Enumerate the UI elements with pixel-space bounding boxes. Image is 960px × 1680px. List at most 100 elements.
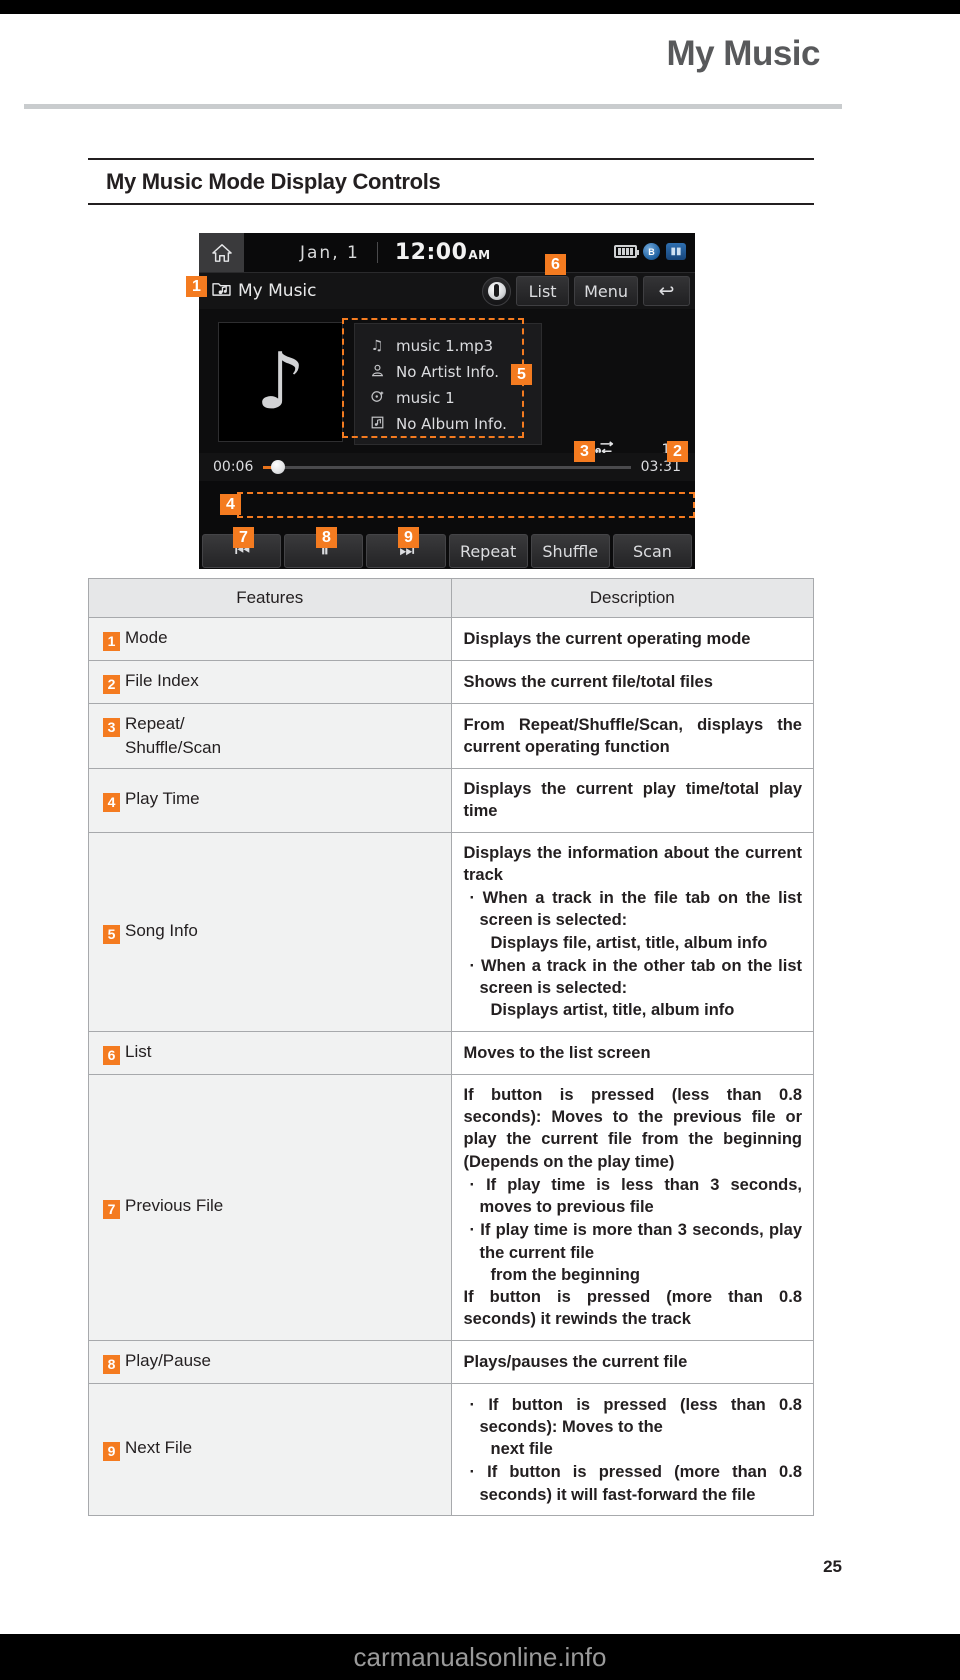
table-row: 8 Play/Pause Plays/pauses the current fil…	[88, 1339, 814, 1384]
feature-label-line1: Repeat/	[125, 714, 185, 733]
feature-cell: 9 Next File	[88, 1382, 452, 1517]
description-sub: If play time is less than 3 seconds, mov…	[464, 1174, 803, 1219]
current-play-time: 00:06	[213, 459, 254, 475]
description-cell: If button is pressed (less than 0.8 seco…	[450, 1073, 814, 1341]
song-info-row: ♫ music 1.mp3	[369, 333, 541, 359]
row-badge: 3	[103, 718, 120, 737]
callout-badge-8: 8	[316, 527, 337, 548]
table-row: 5 Song Info Displays the information abou…	[88, 831, 814, 1032]
table-row: 7 Previous File If button is pressed (les…	[88, 1073, 814, 1341]
sub-lead: When a track in the other tab on the lis…	[479, 956, 803, 998]
status-icon-group: B ▮▮	[614, 243, 686, 260]
callout-badge-6: 6	[545, 254, 566, 275]
callout-badge-7: 7	[233, 527, 254, 548]
description-main: Displays the current operating mode	[463, 629, 751, 648]
page-number: 25	[823, 1557, 842, 1576]
description-main: Displays the information about the curre…	[463, 843, 803, 884]
manual-page: My Music My Music Mode Display Controls …	[0, 0, 960, 1680]
mode-bar: My Music List Menu ↩	[199, 272, 695, 309]
feature-cell: 7 Previous File	[88, 1073, 452, 1341]
row-badge: 5	[103, 924, 120, 944]
table-row: 3 Repeat/ Shuffle/Scan From Repeat/Shuffl…	[88, 702, 814, 770]
description-cell: From Repeat/Shuffle/Scan, displays the c…	[450, 702, 814, 770]
column-header-description: Description	[450, 578, 814, 618]
seek-knob[interactable]	[271, 460, 286, 474]
battery-icon	[614, 245, 639, 258]
repeat-button[interactable]: Repeat	[448, 534, 528, 568]
description-cell: If button is pressed (less than 0.8 seco…	[450, 1382, 814, 1517]
callout-badge-9: 9	[398, 527, 419, 548]
sub-lead: If button is pressed (more than 0.8 seco…	[479, 1463, 803, 1504]
feature-label-line2: Shuffle/Scan	[125, 738, 222, 757]
mode-bar-actions: List Menu ↩	[482, 273, 695, 309]
voice-recognition-icon[interactable]	[482, 276, 512, 306]
features-table: Features Description 1 Mode Displays the …	[88, 578, 814, 1517]
music-note-icon: ♪	[255, 337, 306, 427]
seek-slider[interactable]	[263, 460, 631, 474]
bluetooth-icon: B	[643, 243, 660, 260]
feature-cell: 6 List	[88, 1030, 452, 1075]
description-sub: When a track in the file tab on the list…	[464, 887, 803, 954]
feature-cell: 3 Repeat/ Shuffle/Scan	[88, 702, 452, 770]
description-main: From Repeat/Shuffle/Scan, displays the c…	[463, 715, 803, 757]
feature-cell: 8 Play/Pause	[88, 1339, 452, 1384]
back-button[interactable]: ↩	[643, 276, 690, 306]
table-row: 1 Mode Displays the current operating mod…	[88, 617, 814, 661]
row-badge: 6	[103, 1045, 120, 1065]
device-screenshot: Jan, 1 12:00AM B ▮▮ My Music List Menu ↩…	[199, 233, 695, 533]
album-icon	[369, 416, 385, 433]
table-row: 4 Play Time Displays the current play tim…	[88, 768, 814, 833]
scan-button[interactable]: Scan	[612, 534, 693, 568]
song-title-value: music 1.mp3	[396, 337, 494, 355]
sub-continuation: from the beginning	[490, 1265, 640, 1284]
description-main: Moves to the list screen	[463, 1043, 651, 1062]
table-row: 9Next File If button is pressed (less th…	[88, 1382, 814, 1517]
sub-continuation: Displays file, artist, title, album info	[490, 933, 768, 952]
artist-value: No Artist Info.	[396, 363, 500, 381]
list-button[interactable]: List	[516, 276, 570, 306]
description-sub: If play time is more than 3 seconds, pla…	[464, 1219, 803, 1286]
row-badge: 7	[103, 1200, 120, 1220]
menu-button[interactable]: Menu	[574, 276, 638, 306]
sub-continuation: Displays artist, title, album info	[490, 1001, 735, 1020]
description-cell: Plays/pauses the current file	[450, 1339, 814, 1384]
mode-indicator: My Music	[212, 281, 317, 302]
music-note-icon: ♫	[370, 338, 384, 354]
feature-label: Previous File	[125, 1196, 224, 1216]
feature-cell: 2 File Index	[88, 660, 452, 704]
chapter-header: My Music	[0, 0, 960, 112]
row-badge: 1	[103, 632, 120, 651]
player-body: ♪ ♫ music 1.mp3 No Artist Info. music 1 …	[199, 309, 695, 481]
sub-lead: If play time is less than 3 seconds, mov…	[479, 1175, 803, 1217]
feature-label: Play/Pause	[125, 1350, 211, 1370]
phone-signal-icon: ▮▮	[666, 243, 686, 260]
feature-label: Play Time	[125, 789, 200, 809]
album-value: No Album Info.	[396, 415, 507, 433]
status-bar: Jan, 1 12:00AM B ▮▮	[199, 233, 695, 272]
feature-cell: 4 Play Time	[88, 768, 452, 833]
status-ampm: AM	[468, 248, 491, 262]
chapter-title: My Music	[666, 34, 820, 73]
table-header-row: Features Description	[88, 578, 814, 618]
feature-label: List	[125, 1041, 152, 1061]
sub-continuation: next file	[490, 1440, 553, 1459]
description-main: Plays/pauses the current file	[463, 1352, 688, 1371]
row-badge: 8	[103, 1354, 120, 1374]
feature-cell: 5 Song Info	[88, 831, 452, 1032]
sub-lead: If play time is more than 3 seconds, pla…	[479, 1221, 803, 1262]
progress-bar-row: 00:06 03:31	[199, 453, 695, 481]
status-time-value: 12:00	[394, 240, 468, 265]
row-badge: 4	[103, 793, 120, 813]
shuffle-button[interactable]: Shuffle	[530, 534, 610, 568]
home-icon[interactable]	[199, 233, 244, 272]
description-cell: Moves to the list screen	[450, 1030, 814, 1075]
status-time: 12:00AM	[395, 240, 491, 265]
description-cell: Displays the current play time/total pla…	[450, 768, 814, 833]
description-main: If button is pressed (less than 0.8 seco…	[463, 1085, 803, 1171]
column-header-features: Features	[88, 578, 452, 618]
description-sub: When a track in the other tab on the lis…	[464, 955, 803, 1022]
transport-controls: ⏮ ⏸ ⏭ Repeat Shuffle Scan	[199, 533, 695, 569]
song-info-row: music 1	[369, 385, 541, 411]
description-tail: If button is pressed (more than 0.8 seco…	[463, 1288, 803, 1329]
song-info-row: No Album Info.	[369, 411, 541, 437]
